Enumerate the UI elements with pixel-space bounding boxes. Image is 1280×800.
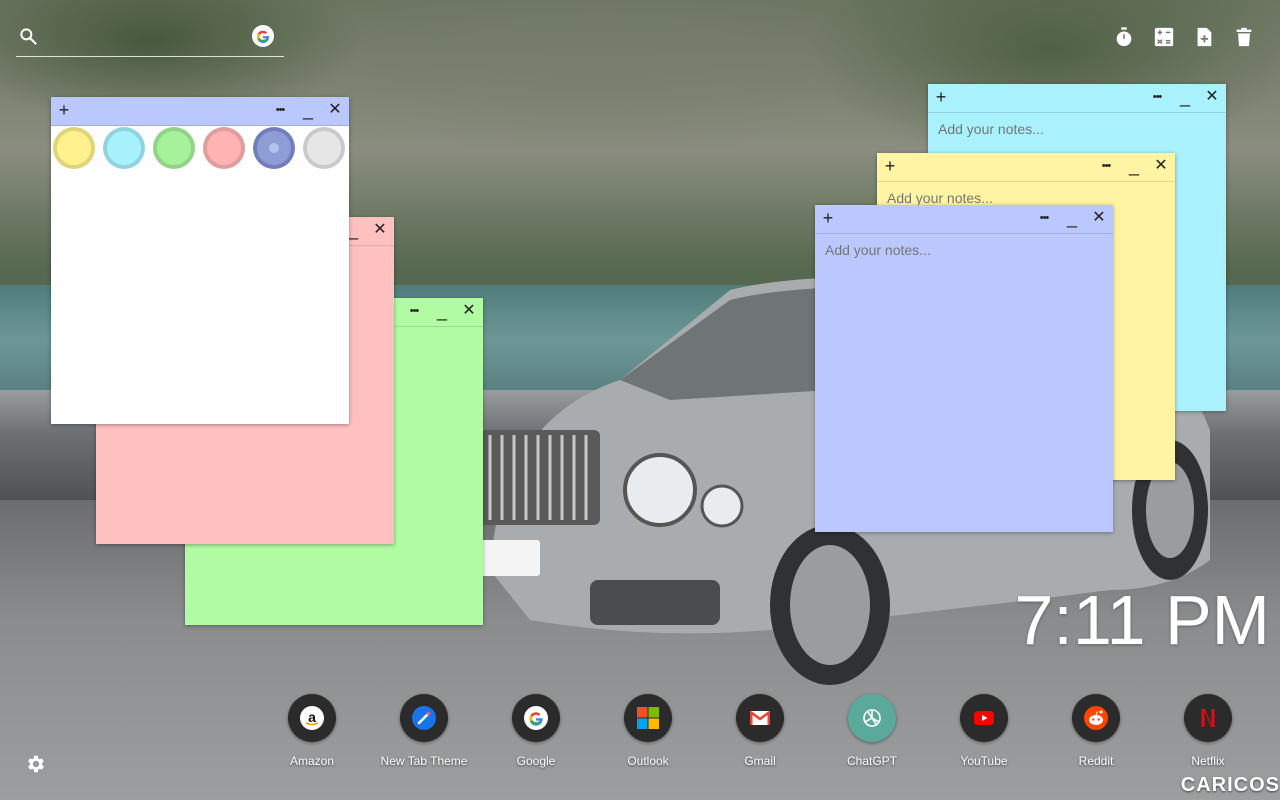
search-input[interactable] — [46, 24, 250, 52]
note-header[interactable]: + ••• _ ✕ — [928, 84, 1226, 113]
note-header[interactable]: + ••• _ ✕ — [51, 97, 349, 126]
add-note-button[interactable]: + — [53, 97, 75, 125]
shortcut-amazon[interactable]: a Amazon — [256, 694, 368, 774]
chatgpt-icon — [848, 694, 896, 742]
netflix-icon — [1184, 694, 1232, 742]
shortcut-reddit[interactable]: Reddit — [1040, 694, 1152, 774]
timer-icon[interactable] — [1113, 26, 1135, 48]
more-options-button[interactable]: ••• — [269, 97, 291, 125]
color-swatch-green[interactable] — [153, 127, 195, 169]
clock: 7:11 PM — [1014, 581, 1271, 659]
shortcut-label: Gmail — [744, 754, 776, 768]
note-text-area[interactable] — [815, 234, 1113, 532]
shortcut-label: Google — [516, 754, 556, 768]
search-bar — [16, 22, 284, 57]
shortcut-label: YouTube — [960, 754, 1008, 768]
note-header[interactable]: + ••• _ ✕ — [815, 205, 1113, 234]
sticky-note-white: + ••• _ ✕ — [51, 97, 349, 424]
selected-indicator — [269, 143, 279, 153]
shortcut-gmail[interactable]: Gmail — [704, 694, 816, 774]
sticky-note-blue: + ••• _ ✕ — [815, 205, 1113, 532]
add-note-icon[interactable] — [1193, 26, 1215, 48]
calculator-icon[interactable] — [1153, 26, 1175, 48]
minimize-note-button[interactable]: _ — [1061, 205, 1083, 233]
svg-text:a: a — [308, 709, 316, 725]
color-swatch-pink[interactable] — [203, 127, 245, 169]
close-note-button[interactable]: ✕ — [1201, 84, 1223, 112]
more-options-button[interactable]: ••• — [1033, 205, 1055, 233]
search-icon[interactable] — [18, 26, 38, 46]
outlook-icon — [624, 694, 672, 742]
shortcut-label: Amazon — [289, 754, 335, 768]
close-note-button[interactable]: ✕ — [458, 298, 480, 326]
minimize-note-button[interactable]: _ — [431, 298, 453, 326]
shortcut-label: Outlook — [627, 754, 669, 768]
color-swatch-yellow[interactable] — [53, 127, 95, 169]
close-note-button[interactable]: ✕ — [1150, 153, 1172, 181]
trash-icon[interactable] — [1233, 26, 1255, 48]
google-search-icon[interactable] — [252, 25, 274, 47]
add-note-button[interactable]: + — [930, 84, 952, 112]
amazon-icon: a — [288, 694, 336, 742]
note-header[interactable]: + ••• _ ✕ — [877, 153, 1175, 182]
shortcut-label: Netflix — [1191, 754, 1225, 768]
color-swatch-gray[interactable] — [303, 127, 345, 169]
shortcut-netflix[interactable]: Netflix — [1152, 694, 1264, 774]
shortcut-label: New Tab Theme — [380, 754, 468, 768]
minimize-note-button[interactable]: _ — [1174, 84, 1196, 112]
shortcut-label: ChatGPT — [846, 754, 897, 768]
minimize-note-button[interactable]: _ — [1123, 153, 1145, 181]
shortcut-google[interactable]: Google — [480, 694, 592, 774]
add-note-button[interactable]: + — [817, 205, 839, 233]
color-swatch-cyan[interactable] — [103, 127, 145, 169]
reddit-icon — [1072, 694, 1120, 742]
more-options-button[interactable]: ••• — [1146, 84, 1168, 112]
settings-gear-icon[interactable] — [25, 753, 47, 775]
minimize-note-button[interactable]: _ — [297, 97, 319, 125]
color-swatch-blue-selected[interactable] — [253, 127, 295, 169]
color-palette — [53, 127, 349, 177]
more-options-button[interactable]: ••• — [1095, 153, 1117, 181]
shortcut-outlook[interactable]: Outlook — [592, 694, 704, 774]
new-tab-page: + ••• _ ✕ + ••• _ ✕ + ••• _ ✕ ••• _ ✕ — [0, 0, 1280, 800]
close-note-button[interactable]: ✕ — [324, 97, 346, 125]
youtube-icon — [960, 694, 1008, 742]
add-note-button[interactable]: + — [879, 153, 901, 181]
google-icon — [512, 694, 560, 742]
close-note-button[interactable]: ✕ — [1088, 205, 1110, 233]
more-options-button[interactable]: ••• — [403, 298, 425, 326]
gmail-icon — [736, 694, 784, 742]
image-watermark: CARICOS — [1180, 774, 1280, 796]
new-tab-theme-icon — [400, 694, 448, 742]
shortcut-chatgpt[interactable]: ChatGPT — [816, 694, 928, 774]
close-note-button[interactable]: ✕ — [369, 217, 391, 245]
shortcut-label: Reddit — [1078, 754, 1114, 768]
shortcut-youtube[interactable]: YouTube — [928, 694, 1040, 774]
shortcut-new-tab-theme[interactable]: New Tab Theme — [368, 694, 480, 774]
